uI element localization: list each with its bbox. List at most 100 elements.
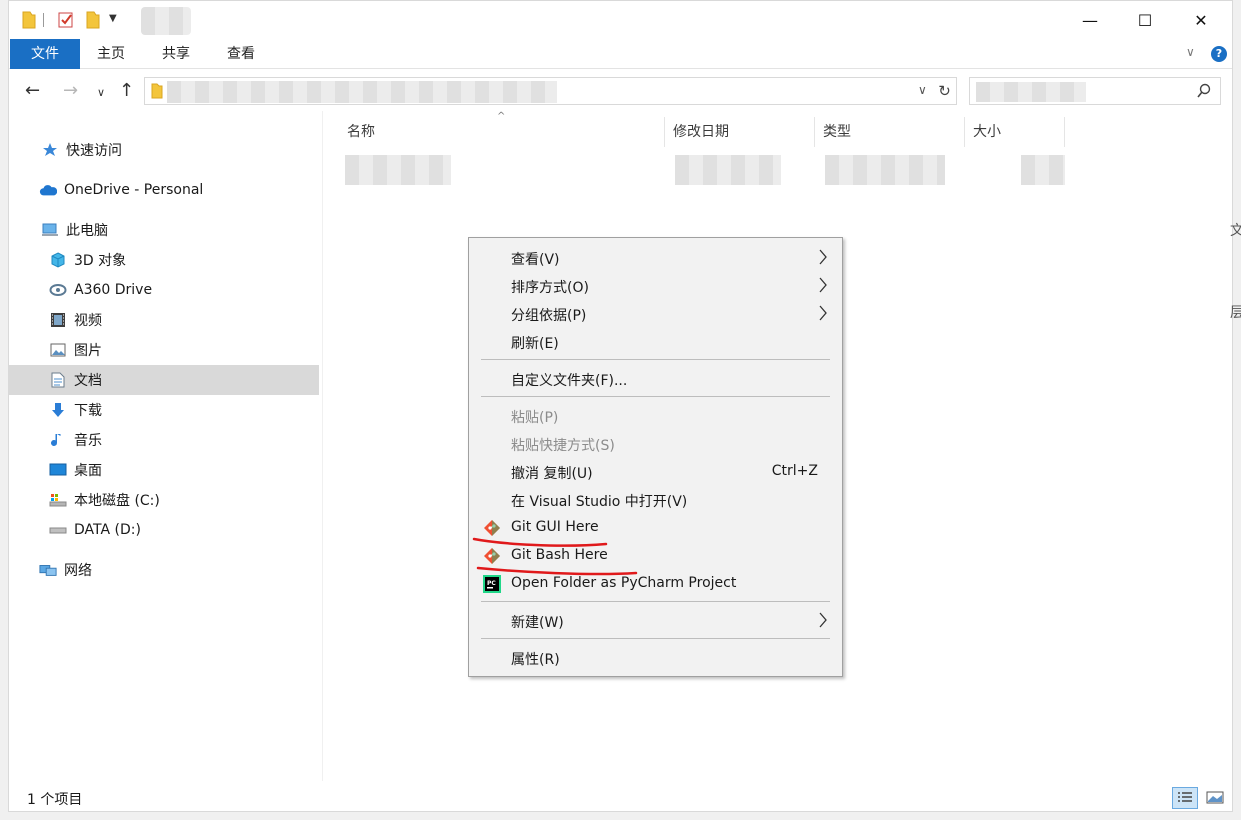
- menu-item-label: 粘贴快捷方式(S): [511, 438, 615, 454]
- drive-d-icon: [49, 521, 67, 539]
- sidebar-item-label: 快速访问: [66, 143, 122, 159]
- sidebar-item-network[interactable]: 网络: [9, 555, 319, 585]
- network-icon: [39, 561, 57, 579]
- sidebar-item-label: 网络: [64, 563, 92, 579]
- menu-item-refresh[interactable]: 刷新(E): [471, 328, 840, 356]
- star-icon: [41, 141, 59, 159]
- menu-separator: [481, 601, 830, 602]
- sidebar-item-music[interactable]: 音乐: [9, 425, 319, 455]
- menu-item-git-gui-here[interactable]: Git GUI Here: [471, 514, 840, 542]
- git-icon: [484, 548, 500, 564]
- search-box[interactable]: [969, 77, 1221, 105]
- column-header-modified[interactable]: 修改日期: [667, 117, 815, 147]
- menu-item-properties[interactable]: 属性(R): [471, 644, 840, 672]
- video-icon: [49, 311, 67, 329]
- navigation-pane: 快速访问 OneDrive - Personal 此电脑 3D 对象 A360 …: [9, 111, 323, 781]
- large-icons-view-icon: [1206, 791, 1224, 804]
- download-icon: [49, 401, 67, 419]
- maximize-button[interactable]: ☐: [1117, 1, 1173, 39]
- menu-item-sort-by[interactable]: 排序方式(O): [471, 272, 840, 300]
- a360-drive-icon: [49, 281, 67, 299]
- menu-separator: [481, 359, 830, 360]
- sidebar-item-documents[interactable]: 文档: [9, 365, 319, 395]
- file-type-redacted: [825, 155, 945, 185]
- column-header-name[interactable]: 名称: [341, 117, 665, 147]
- sidebar-item-label: 文档: [74, 373, 102, 389]
- address-path-redacted: [167, 81, 557, 103]
- tab-share[interactable]: 共享: [152, 39, 200, 69]
- up-button[interactable]: ↑: [119, 80, 134, 101]
- file-name-redacted[interactable]: [345, 155, 451, 185]
- menu-item-undo-copy[interactable]: 撤消 复制(U) Ctrl+Z: [471, 458, 840, 486]
- toolbar-separator: [43, 13, 44, 27]
- window-title-redacted: [141, 7, 191, 35]
- close-button[interactable]: ✕: [1173, 1, 1229, 39]
- menu-item-new[interactable]: 新建(W): [471, 607, 840, 635]
- menu-item-open-as-pycharm-project[interactable]: PC Open Folder as PyCharm Project: [471, 570, 840, 598]
- menu-item-label: Open Folder as PyCharm Project: [511, 575, 737, 591]
- sidebar-item-desktop[interactable]: 桌面: [9, 455, 319, 485]
- menu-item-group-by[interactable]: 分组依据(P): [471, 300, 840, 328]
- menu-item-label: 排序方式(O): [511, 280, 589, 296]
- desktop-icon: [49, 461, 67, 479]
- forward-button[interactable]: →: [63, 80, 78, 101]
- quick-access-dropdown-icon[interactable]: ▼: [109, 13, 117, 33]
- menu-item-open-in-visual-studio[interactable]: 在 Visual Studio 中打开(V): [471, 486, 840, 514]
- minimize-button[interactable]: —: [1062, 1, 1118, 39]
- sidebar-item-a360-drive[interactable]: A360 Drive: [9, 275, 319, 305]
- sidebar-item-label: 本地磁盘 (C:): [74, 493, 160, 509]
- new-folder-icon[interactable]: [85, 10, 101, 30]
- menu-item-label: 在 Visual Studio 中打开(V): [511, 494, 688, 510]
- sidebar-item-3d-objects[interactable]: 3D 对象: [9, 245, 319, 275]
- back-button[interactable]: ←: [25, 80, 40, 101]
- menu-item-label: Git Bash Here: [511, 547, 608, 563]
- pycharm-icon: PC: [483, 575, 501, 593]
- submenu-arrow-icon: [818, 248, 828, 270]
- tab-home[interactable]: 主页: [87, 39, 135, 69]
- menu-item-label: 撤消 复制(U): [511, 466, 593, 482]
- sidebar-item-label: DATA (D:): [74, 522, 141, 538]
- sidebar-item-onedrive[interactable]: OneDrive - Personal: [9, 175, 319, 205]
- sidebar-item-videos[interactable]: 视频: [9, 305, 319, 335]
- column-header-size[interactable]: 大小: [967, 117, 1065, 147]
- details-view-button[interactable]: [1172, 787, 1198, 809]
- sidebar-item-pictures[interactable]: 图片: [9, 335, 319, 365]
- tab-view[interactable]: 查看: [217, 39, 265, 69]
- cube-icon: [49, 251, 67, 269]
- menu-item-customize-folder[interactable]: 自定义文件夹(F)...: [471, 365, 840, 393]
- column-header-type[interactable]: 类型: [817, 117, 965, 147]
- large-icons-view-button[interactable]: [1202, 787, 1228, 809]
- title-bar: ▼ — ☐ ✕: [9, 1, 1232, 39]
- address-dropdown-icon[interactable]: ∨: [918, 83, 927, 97]
- search-icon: [1197, 83, 1211, 98]
- sidebar-item-drive-d[interactable]: DATA (D:): [9, 515, 319, 545]
- menu-item-label: 分组依据(P): [511, 308, 587, 324]
- menu-item-view[interactable]: 查看(V): [471, 244, 840, 272]
- properties-check-icon[interactable]: [57, 10, 75, 30]
- sidebar-item-this-pc[interactable]: 此电脑: [9, 215, 319, 245]
- search-placeholder-redacted: [976, 82, 1086, 102]
- git-icon: [484, 520, 500, 536]
- menu-item-label: 属性(R): [511, 652, 560, 668]
- sidebar-item-drive-c[interactable]: 本地磁盘 (C:): [9, 485, 319, 515]
- details-view-icon: [1178, 792, 1192, 802]
- refresh-button[interactable]: ↻: [933, 77, 957, 105]
- menu-separator: [481, 396, 830, 397]
- recent-locations-button[interactable]: ∨: [97, 86, 105, 99]
- sidebar-item-quick-access[interactable]: 快速访问: [9, 135, 319, 165]
- menu-item-git-bash-here[interactable]: Git Bash Here: [471, 542, 840, 570]
- cloud-icon: [39, 181, 57, 199]
- folder-icon: [22, 11, 36, 29]
- address-bar[interactable]: ∨: [144, 77, 937, 105]
- drive-c-icon: [49, 491, 67, 509]
- expand-ribbon-chevron-icon[interactable]: ∨: [1186, 45, 1195, 59]
- background-edge-text: 层: [1230, 305, 1241, 321]
- status-bar: 1 个项目: [9, 783, 1232, 811]
- sidebar-item-downloads[interactable]: 下载: [9, 395, 319, 425]
- computer-icon: [41, 221, 59, 239]
- menu-item-label: 刷新(E): [511, 336, 559, 352]
- sidebar-item-label: 音乐: [74, 433, 102, 449]
- help-icon[interactable]: ?: [1211, 46, 1227, 62]
- picture-icon: [49, 341, 67, 359]
- tab-file[interactable]: 文件: [10, 39, 80, 69]
